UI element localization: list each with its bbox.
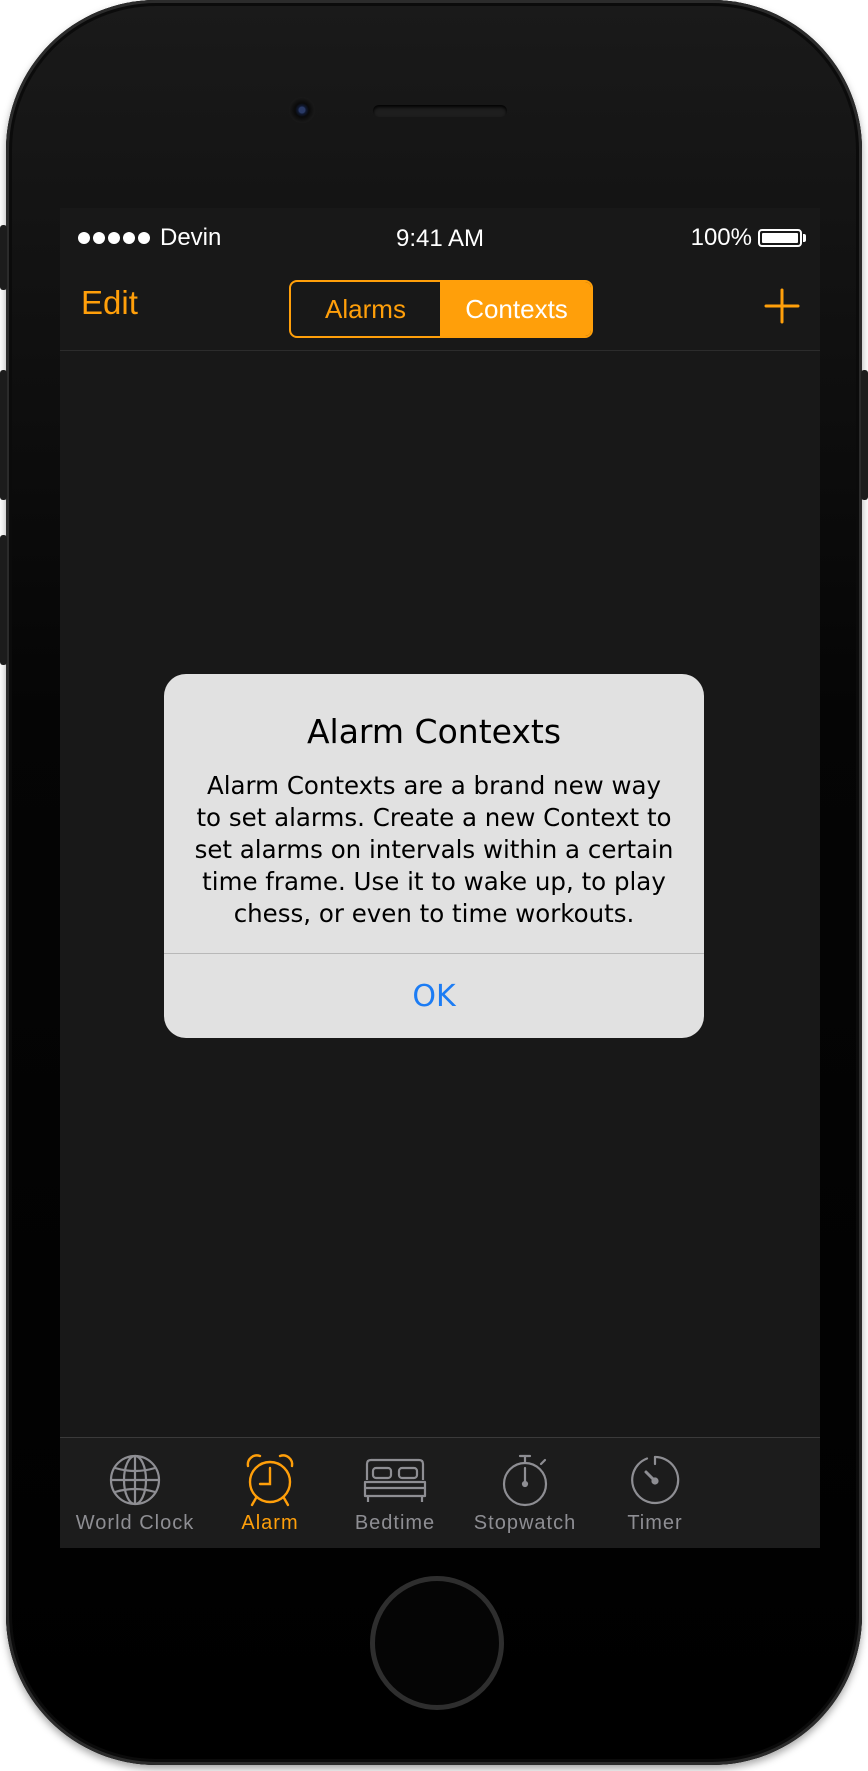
alert-dialog: Alarm Contexts Alarm Contexts are a bran… — [164, 674, 704, 1038]
ok-button[interactable]: OK — [164, 954, 704, 1038]
alert-overlay: Alarm Contexts Alarm Contexts are a bran… — [0, 0, 868, 1771]
alert-title: Alarm Contexts — [306, 712, 562, 751]
alert-message: Alarm Contexts are a brand new way to se… — [194, 771, 674, 928]
